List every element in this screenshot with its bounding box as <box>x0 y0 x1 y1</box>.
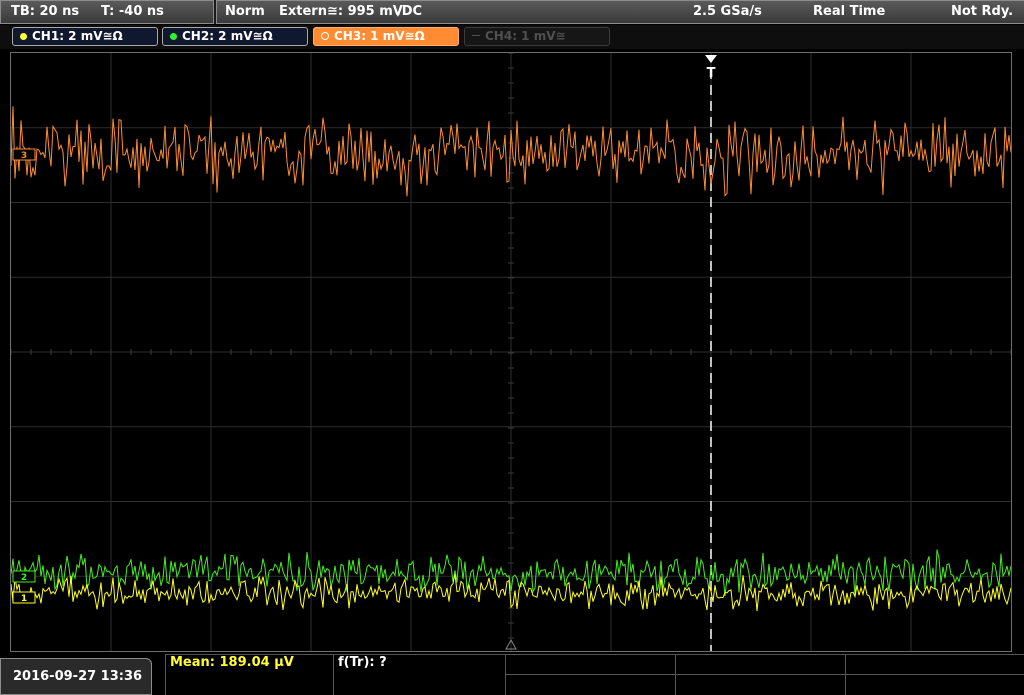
waveform-display[interactable]: T 3 2 1 <box>10 52 1012 652</box>
ch3-label: CH3: 1 mV≅Ω <box>334 29 425 43</box>
trigger-source-label: Extern≅: 995 mV <box>279 4 403 19</box>
timebase-panel[interactable]: TB: 20 ns T: -40 ns <box>0 0 214 24</box>
ch4-label: CH4: 1 mV≅ <box>485 29 566 43</box>
ch2-ground-marker[interactable]: 2 <box>12 570 36 583</box>
tab-ch1[interactable]: CH1: 2 mV≅Ω <box>12 27 158 46</box>
sample-rate-label: 2.5 GSa/s <box>693 4 762 19</box>
status-bar: TB: 20 ns T: -40 ns Norm Extern≅: 995 mV… <box>0 0 1024 24</box>
measurement-slot-7[interactable] <box>675 674 845 695</box>
ch1-label: CH1: 2 mV≅Ω <box>32 29 123 43</box>
ch3-ground-marker[interactable]: 3 <box>12 148 36 161</box>
trigger-mode-label: Norm <box>225 4 265 19</box>
ch2-color-dot <box>170 33 177 40</box>
svg-text:3: 3 <box>21 151 27 161</box>
measurement-slot-8[interactable] <box>845 674 1024 695</box>
ch2-label: CH2: 2 mV≅Ω <box>182 29 273 43</box>
acquisition-mode-label: Real Time <box>813 4 886 19</box>
trigger-offset-label: T: -40 ns <box>101 4 164 19</box>
trigger-slope-label: ∕DC <box>397 4 423 19</box>
datetime-display: 2016-09-27 13:36 <box>0 658 152 695</box>
trigger-marker-label: T <box>707 66 716 81</box>
tab-ch3[interactable]: CH3: 1 mV≅Ω <box>313 27 459 46</box>
ch4-off-icon <box>472 35 480 36</box>
measurement-bar: 2016-09-27 13:36 Mean: 189.04 µV f(Tr): … <box>0 654 1024 695</box>
timebase-label: TB: 20 ns <box>11 4 80 19</box>
tab-ch2[interactable]: CH2: 2 mV≅Ω <box>162 27 308 46</box>
waveform-svg: T 3 2 1 <box>11 53 1011 651</box>
measurement-rise-frequency[interactable]: f(Tr): ? <box>333 654 505 695</box>
ch1-color-dot <box>20 33 27 40</box>
ch1-ground-marker[interactable]: 1 <box>12 591 36 604</box>
measurement-mean[interactable]: Mean: 189.04 µV <box>165 654 333 695</box>
ch3-color-dot <box>321 32 329 40</box>
measurement-slot-6[interactable] <box>505 674 675 695</box>
trigger-panel[interactable]: Norm Extern≅: 995 mV ∕DC 2.5 GSa/s Real … <box>216 0 1024 24</box>
tab-ch4[interactable]: CH4: 1 mV≅ <box>464 27 610 46</box>
svg-text:1: 1 <box>21 594 27 604</box>
run-state-label: Not Rdy. <box>951 4 1014 19</box>
trigger-position-arrow-icon[interactable] <box>705 55 717 63</box>
channel-tabs: CH1: 2 mV≅Ω CH2: 2 mV≅Ω CH3: 1 mV≅Ω CH4:… <box>0 25 1024 49</box>
svg-text:2: 2 <box>21 573 27 583</box>
